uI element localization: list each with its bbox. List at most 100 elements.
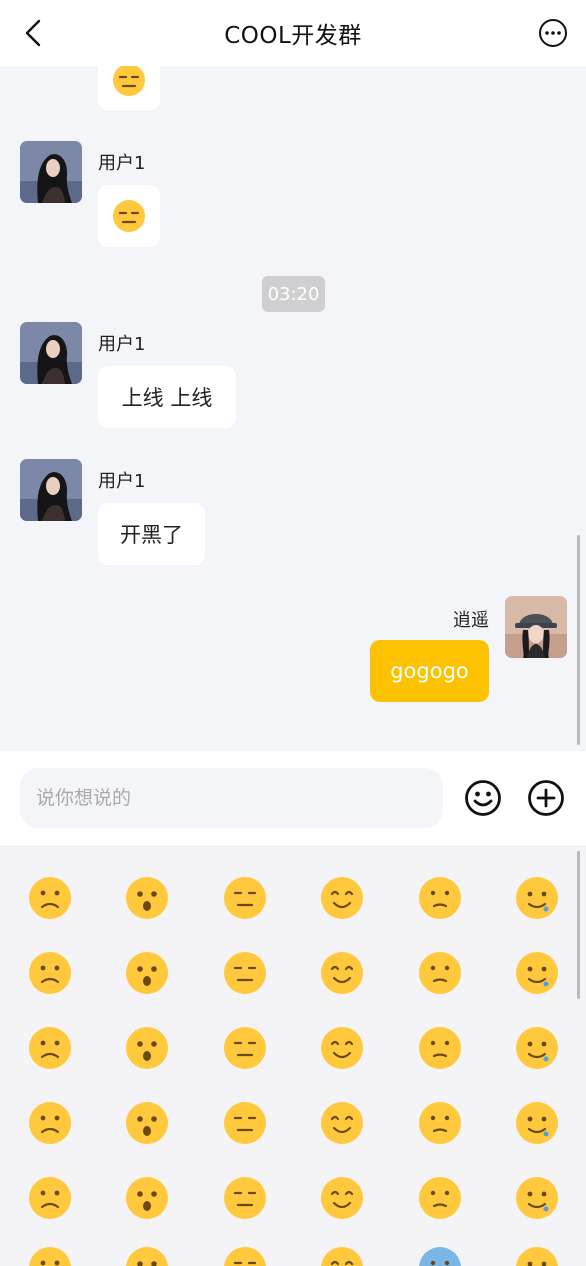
emoji-face-icon [321,877,363,919]
avatar[interactable] [20,459,82,521]
emoji-face-icon [516,1102,558,1144]
emoji-item[interactable] [515,1176,559,1220]
message-bubble-mine[interactable]: gogogo [370,640,489,702]
emoji-item[interactable] [320,951,364,995]
user-avatar-image [20,141,82,203]
more-button[interactable] [538,18,568,48]
emoji-face-icon [224,952,266,994]
back-button[interactable] [18,17,48,49]
emoji-item[interactable] [223,1176,267,1220]
emoji-item[interactable] [418,1246,462,1266]
emoji-item[interactable] [418,1176,462,1220]
emoji-face-icon [516,1177,558,1219]
emoji-panel[interactable] [0,845,586,1266]
expressionless-face-icon [113,200,145,232]
more-options-icon [539,19,567,47]
emoji-item[interactable] [320,1101,364,1145]
emoji-item[interactable] [223,1026,267,1070]
sender-name: 用户1 [98,153,146,174]
page-title: COOL开发群 [224,23,362,49]
emoji-item[interactable] [125,1026,169,1070]
emoji-item[interactable] [28,1246,72,1266]
emoji-item[interactable] [223,951,267,995]
emoji-face-icon [516,952,558,994]
chat-message-list[interactable]: 用户1 03:20 用户1 上线 上线 用户1 开黑了 逍遥 gogogo [0,66,586,751]
emoji-face-icon [321,1177,363,1219]
chat-scrollbar[interactable] [577,535,580,745]
emoji-item[interactable] [28,1176,72,1220]
input-bar [0,751,586,845]
message-bubble-text[interactable]: 开黑了 [98,503,205,565]
emoji-item[interactable] [320,876,364,920]
avatar[interactable] [20,322,82,384]
emoji-item[interactable] [125,876,169,920]
emoji-panel-scrollbar[interactable] [577,851,580,999]
emoji-face-icon [419,1102,461,1144]
emoji-face-icon [419,1027,461,1069]
emoji-item[interactable] [515,876,559,920]
emoji-item[interactable] [515,1101,559,1145]
avatar[interactable] [20,141,82,203]
chevron-left-icon [25,19,41,47]
emoji-item[interactable] [125,1176,169,1220]
emoji-item[interactable] [223,1101,267,1145]
emoji-face-icon [29,952,71,994]
emoji-face-icon [224,877,266,919]
emoji-item[interactable] [223,1246,267,1266]
emoji-face-icon [126,877,168,919]
emoji-face-icon [126,1177,168,1219]
message-bubble-emoji[interactable] [98,66,160,110]
emoji-face-icon [29,1177,71,1219]
emoji-item[interactable] [320,1176,364,1220]
emoji-face-icon [126,1247,168,1266]
emoji-item[interactable] [125,1101,169,1145]
emoji-face-icon [419,877,461,919]
emoji-item[interactable] [418,1101,462,1145]
emoji-face-icon [419,1247,461,1266]
emoji-item[interactable] [515,951,559,995]
my-avatar-image [505,596,567,658]
plus-circle-icon [528,780,564,816]
emoji-item[interactable] [515,1026,559,1070]
emoji-item[interactable] [320,1026,364,1070]
emoji-item[interactable] [515,1246,559,1266]
expressionless-face-icon [113,66,145,96]
emoji-item[interactable] [28,1026,72,1070]
emoji-item[interactable] [320,1246,364,1266]
emoji-face-icon [29,877,71,919]
emoji-item[interactable] [28,876,72,920]
emoji-toggle-button[interactable] [464,779,502,817]
message-bubble-emoji[interactable] [98,185,160,247]
emoji-face-icon [321,952,363,994]
emoji-item[interactable] [125,951,169,995]
emoji-item[interactable] [223,876,267,920]
emoji-face-icon [224,1177,266,1219]
emoji-face-icon [126,952,168,994]
message-input[interactable] [20,768,443,828]
my-avatar[interactable] [505,596,567,658]
sender-name: 用户1 [98,334,146,355]
emoji-face-icon [29,1247,71,1266]
emoji-item[interactable] [28,1101,72,1145]
emoji-face-icon [516,1027,558,1069]
emoji-face-icon [419,952,461,994]
add-attachment-button[interactable] [527,779,565,817]
emoji-item[interactable] [418,951,462,995]
emoji-face-icon [224,1027,266,1069]
emoji-face-icon [419,1177,461,1219]
user-avatar-image [20,322,82,384]
emoji-item[interactable] [418,1026,462,1070]
message-bubble-text[interactable]: 上线 上线 [98,366,236,428]
emoji-face-icon [321,1247,363,1266]
emoji-face-icon [321,1102,363,1144]
emoji-item[interactable] [28,951,72,995]
emoji-item[interactable] [125,1246,169,1266]
time-divider: 03:20 [262,276,325,312]
sender-name: 逍遥 [453,610,489,631]
emoji-face-icon [321,1027,363,1069]
emoji-face-icon [29,1027,71,1069]
emoji-face-icon [29,1102,71,1144]
emoji-face-icon [126,1027,168,1069]
emoji-face-icon [224,1247,266,1266]
emoji-item[interactable] [418,876,462,920]
